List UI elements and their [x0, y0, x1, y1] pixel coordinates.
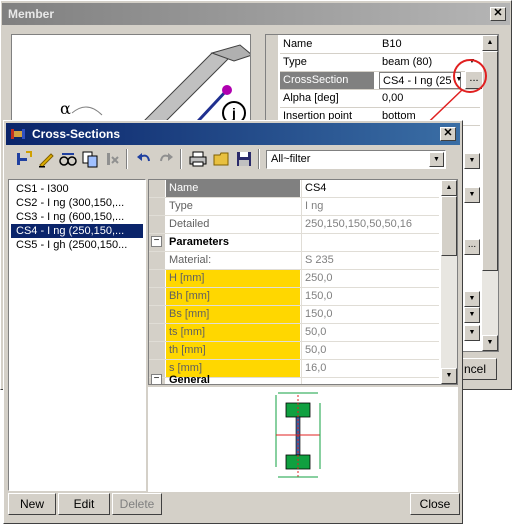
param-bs-label: Bs [mm] [166, 306, 300, 323]
general-section-header: General [169, 374, 210, 385]
delete-button: Delete [112, 493, 162, 515]
list-item[interactable]: CS1 - I300 [11, 182, 143, 196]
filter-value: All~filter [271, 153, 311, 165]
save-icon[interactable] [234, 149, 254, 169]
prop-crosssection-label: CrossSection [280, 72, 374, 89]
param-h-value[interactable]: 250,0 [302, 270, 439, 287]
general-collapse-icon[interactable]: − [151, 374, 162, 384]
member-titlebar: Member ✕ [2, 3, 510, 25]
i-section-drawing [275, 392, 321, 479]
member-close-button[interactable]: ✕ [490, 7, 506, 21]
prop-name-value[interactable]: B10 [379, 36, 479, 53]
parameters-collapse-icon[interactable]: − [151, 236, 162, 247]
cross-sections-dialog: Cross-Sections ✕ All~filter ▼ CS1 - I300… [3, 120, 463, 524]
dropdown-arrow-icon[interactable]: ▼ [464, 153, 480, 169]
list-item[interactable]: CS5 - I gh (2500,150... [11, 238, 143, 252]
list-item[interactable]: CS3 - I ng (600,150,... [11, 210, 143, 224]
new-section-icon[interactable] [14, 149, 34, 169]
member-drawing [71, 44, 250, 133]
grid-detailed-label: Detailed [169, 218, 210, 230]
dropdown-arrow-icon[interactable]: ▼ [464, 307, 480, 323]
grid-gutter [149, 180, 165, 384]
filter-dropdown-arrow-icon[interactable]: ▼ [429, 152, 444, 167]
toolbar-separator [180, 149, 182, 169]
member-title: Member [8, 7, 55, 21]
section-property-grid: Name CS4 Type I ng Detailed 250,150,150,… [148, 179, 458, 385]
cross-sections-titlebar: Cross-Sections ✕ [6, 123, 460, 145]
grid-detailed-value: 250,150,150,50,50,16 [305, 218, 413, 230]
toolbar-separator [126, 149, 128, 169]
compare-icon[interactable] [58, 149, 78, 169]
grid-type-label: Type [169, 200, 193, 212]
prop-name-label: Name [283, 38, 313, 50]
param-bh-label: Bh [mm] [166, 288, 300, 305]
grid-scrollbar[interactable]: ▲ ▼ [441, 180, 457, 384]
member-drawing-canvas[interactable]: α j [11, 34, 251, 134]
edit-icon[interactable] [36, 149, 56, 169]
parameters-section-header: Parameters [169, 236, 229, 248]
prop-alpha-label: Alpha [deg] [283, 92, 339, 104]
prop-type-label: Type [283, 56, 307, 68]
grid-type-value: I ng [305, 200, 324, 212]
param-bs-value[interactable]: 150,0 [302, 306, 439, 323]
scroll-down-icon[interactable]: ▼ [441, 368, 457, 384]
redo-icon [160, 153, 173, 162]
copy-icon[interactable] [80, 149, 100, 169]
ellipsis-button[interactable]: ... [464, 239, 480, 255]
scroll-up-icon[interactable]: ▲ [441, 180, 457, 196]
edit-button[interactable]: Edit [58, 493, 110, 515]
cross-sections-close-button[interactable]: ✕ [440, 127, 456, 141]
filter-combobox[interactable]: All~filter ▼ [266, 150, 446, 169]
scroll-up-icon[interactable]: ▲ [482, 35, 498, 51]
grid-name-label: Name [166, 180, 300, 197]
cross-sections-title: Cross-Sections [32, 127, 121, 141]
delete-icon [107, 153, 119, 165]
dropdown-arrow-icon[interactable]: ▼ [464, 325, 480, 341]
scroll-thumb[interactable] [441, 196, 457, 256]
dropdown-arrow-icon[interactable]: ▼ [464, 291, 480, 307]
param-ts-label: ts [mm] [166, 324, 300, 341]
section-preview [148, 387, 458, 492]
undo-icon[interactable] [134, 149, 154, 169]
scroll-down-icon[interactable]: ▼ [482, 335, 498, 351]
param-bh-value[interactable]: 150,0 [302, 288, 439, 305]
close-button[interactable]: Close [410, 493, 460, 515]
param-h-label: H [mm] [166, 270, 300, 287]
toolbar-separator [258, 149, 260, 169]
new-button[interactable]: New [8, 493, 56, 515]
alpha-symbol: α [60, 99, 71, 118]
cross-section-list[interactable]: CS1 - I300 CS2 - I ng (300,150,... CS3 -… [8, 179, 146, 491]
open-folder-icon[interactable] [212, 149, 232, 169]
param-ts-value[interactable]: 50,0 [302, 324, 439, 341]
print-icon[interactable] [188, 149, 208, 169]
list-item[interactable]: CS2 - I ng (300,150,... [11, 196, 143, 210]
toolbar: All~filter ▼ [6, 147, 460, 173]
param-th-value[interactable]: 50,0 [302, 342, 439, 359]
list-item-selected[interactable]: CS4 - I ng (250,150,... [10, 223, 144, 239]
app-icon [11, 129, 25, 139]
dropdown-arrow-icon[interactable]: ▼ [464, 187, 480, 203]
grid-material-value: S 235 [305, 254, 334, 266]
grid-material-label: Material: [169, 254, 212, 266]
grid-name-value[interactable]: CS4 [302, 180, 439, 197]
param-th-label: th [mm] [166, 342, 300, 359]
